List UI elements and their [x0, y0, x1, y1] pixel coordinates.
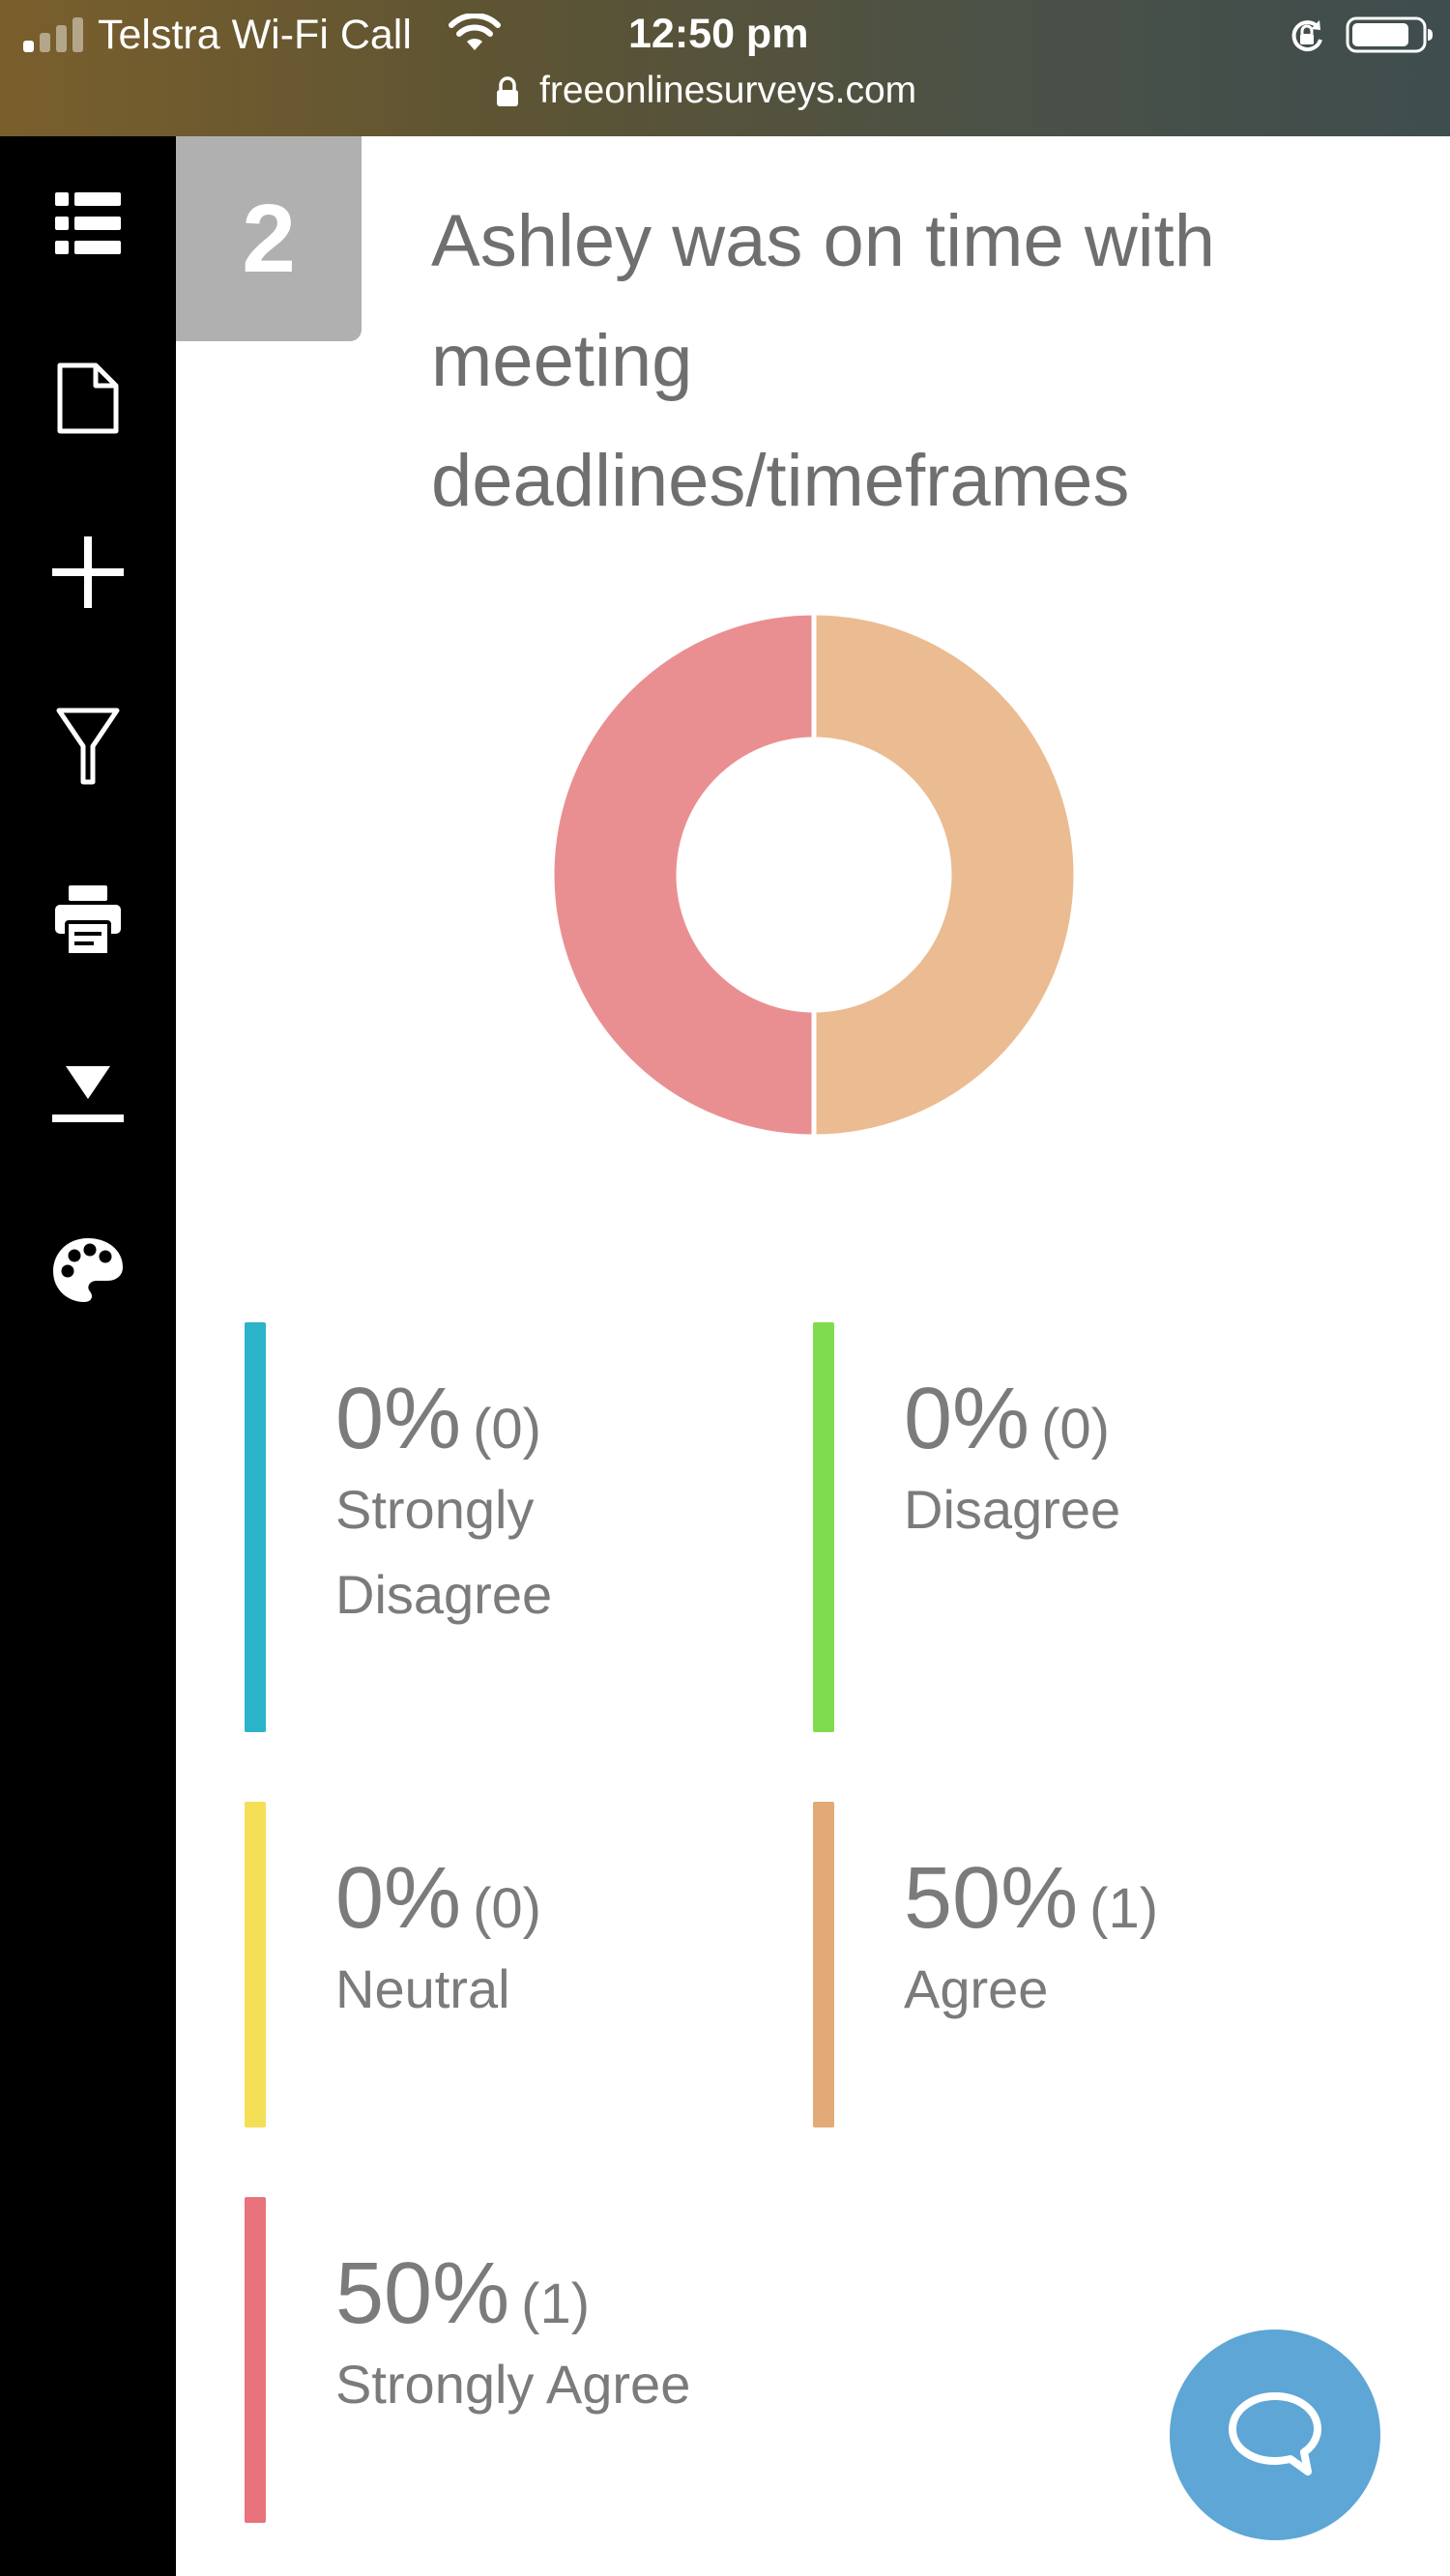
sidebar-item-download[interactable]: [35, 1042, 141, 1148]
sidebar-item-document[interactable]: [35, 345, 141, 451]
question-title: Ashley was on time with meeting deadline…: [431, 200, 1215, 522]
download-icon: [52, 1066, 124, 1122]
donut-slice-agree[interactable]: [811, 613, 1076, 1137]
donut-slice-strongly-agree[interactable]: [552, 613, 817, 1137]
sidebar-item-list[interactable]: [35, 170, 141, 276]
sidebar-item-filter[interactable]: [35, 693, 141, 799]
wifi-icon: [449, 14, 501, 50]
chat-icon: [1229, 2392, 1321, 2475]
legend-count: (1): [521, 2272, 591, 2335]
legend-count: (1): [1089, 1877, 1159, 1940]
battery-icon: [1346, 16, 1433, 53]
legend-label: Agree: [904, 1958, 1049, 2019]
filter-icon: [56, 708, 120, 785]
clock: 12:50 pm: [628, 11, 809, 57]
legend-label: Strongly Agree: [335, 2354, 691, 2415]
lock-icon: [497, 76, 518, 106]
legend-count: (0): [1041, 1398, 1110, 1461]
rotation-lock-icon: [1291, 20, 1322, 52]
sidebar-item-print[interactable]: [35, 868, 141, 974]
palette-icon: [53, 1238, 123, 1302]
sidebar-item-add[interactable]: [35, 519, 141, 625]
legend-color-bar: [813, 1322, 834, 1732]
sidebar: [0, 136, 176, 2576]
legend-label: Disagree: [904, 1479, 1121, 1540]
document-icon: [57, 362, 119, 434]
legend-percentage: 50%: [904, 1850, 1079, 1947]
legend-percentage: 0%: [335, 1371, 462, 1467]
legend-color-bar: [245, 1322, 266, 1732]
sidebar-item-theme[interactable]: [35, 1217, 141, 1323]
plus-icon: [52, 536, 124, 608]
print-icon: [55, 885, 121, 957]
chat-button[interactable]: [1170, 2330, 1380, 2540]
url-text[interactable]: freeonlinesurveys.com: [539, 68, 916, 114]
legend-label: Neutral: [335, 1958, 510, 2019]
carrier-name: Telstra Wi-Fi Call: [98, 12, 412, 58]
list-icon: [55, 192, 121, 254]
signal-icon: [23, 15, 83, 52]
status-bar: Telstra Wi-Fi Call 12:50 pm freeonlinesu…: [0, 0, 1450, 136]
legend-color-bar: [245, 1802, 266, 2127]
question-number-badge: 2: [176, 136, 362, 341]
legend-percentage: 0%: [904, 1371, 1030, 1467]
legend-label: Strongly Disagree: [335, 1479, 553, 1625]
legend-count: (0): [473, 1398, 541, 1461]
donut-chart: [552, 613, 1076, 1137]
legend-color-bar: [813, 1802, 834, 2127]
legend-color-bar: [245, 2197, 266, 2523]
legend-percentage: 50%: [335, 2245, 510, 2342]
legend-count: (0): [473, 1877, 541, 1940]
legend-percentage: 0%: [335, 1850, 462, 1947]
